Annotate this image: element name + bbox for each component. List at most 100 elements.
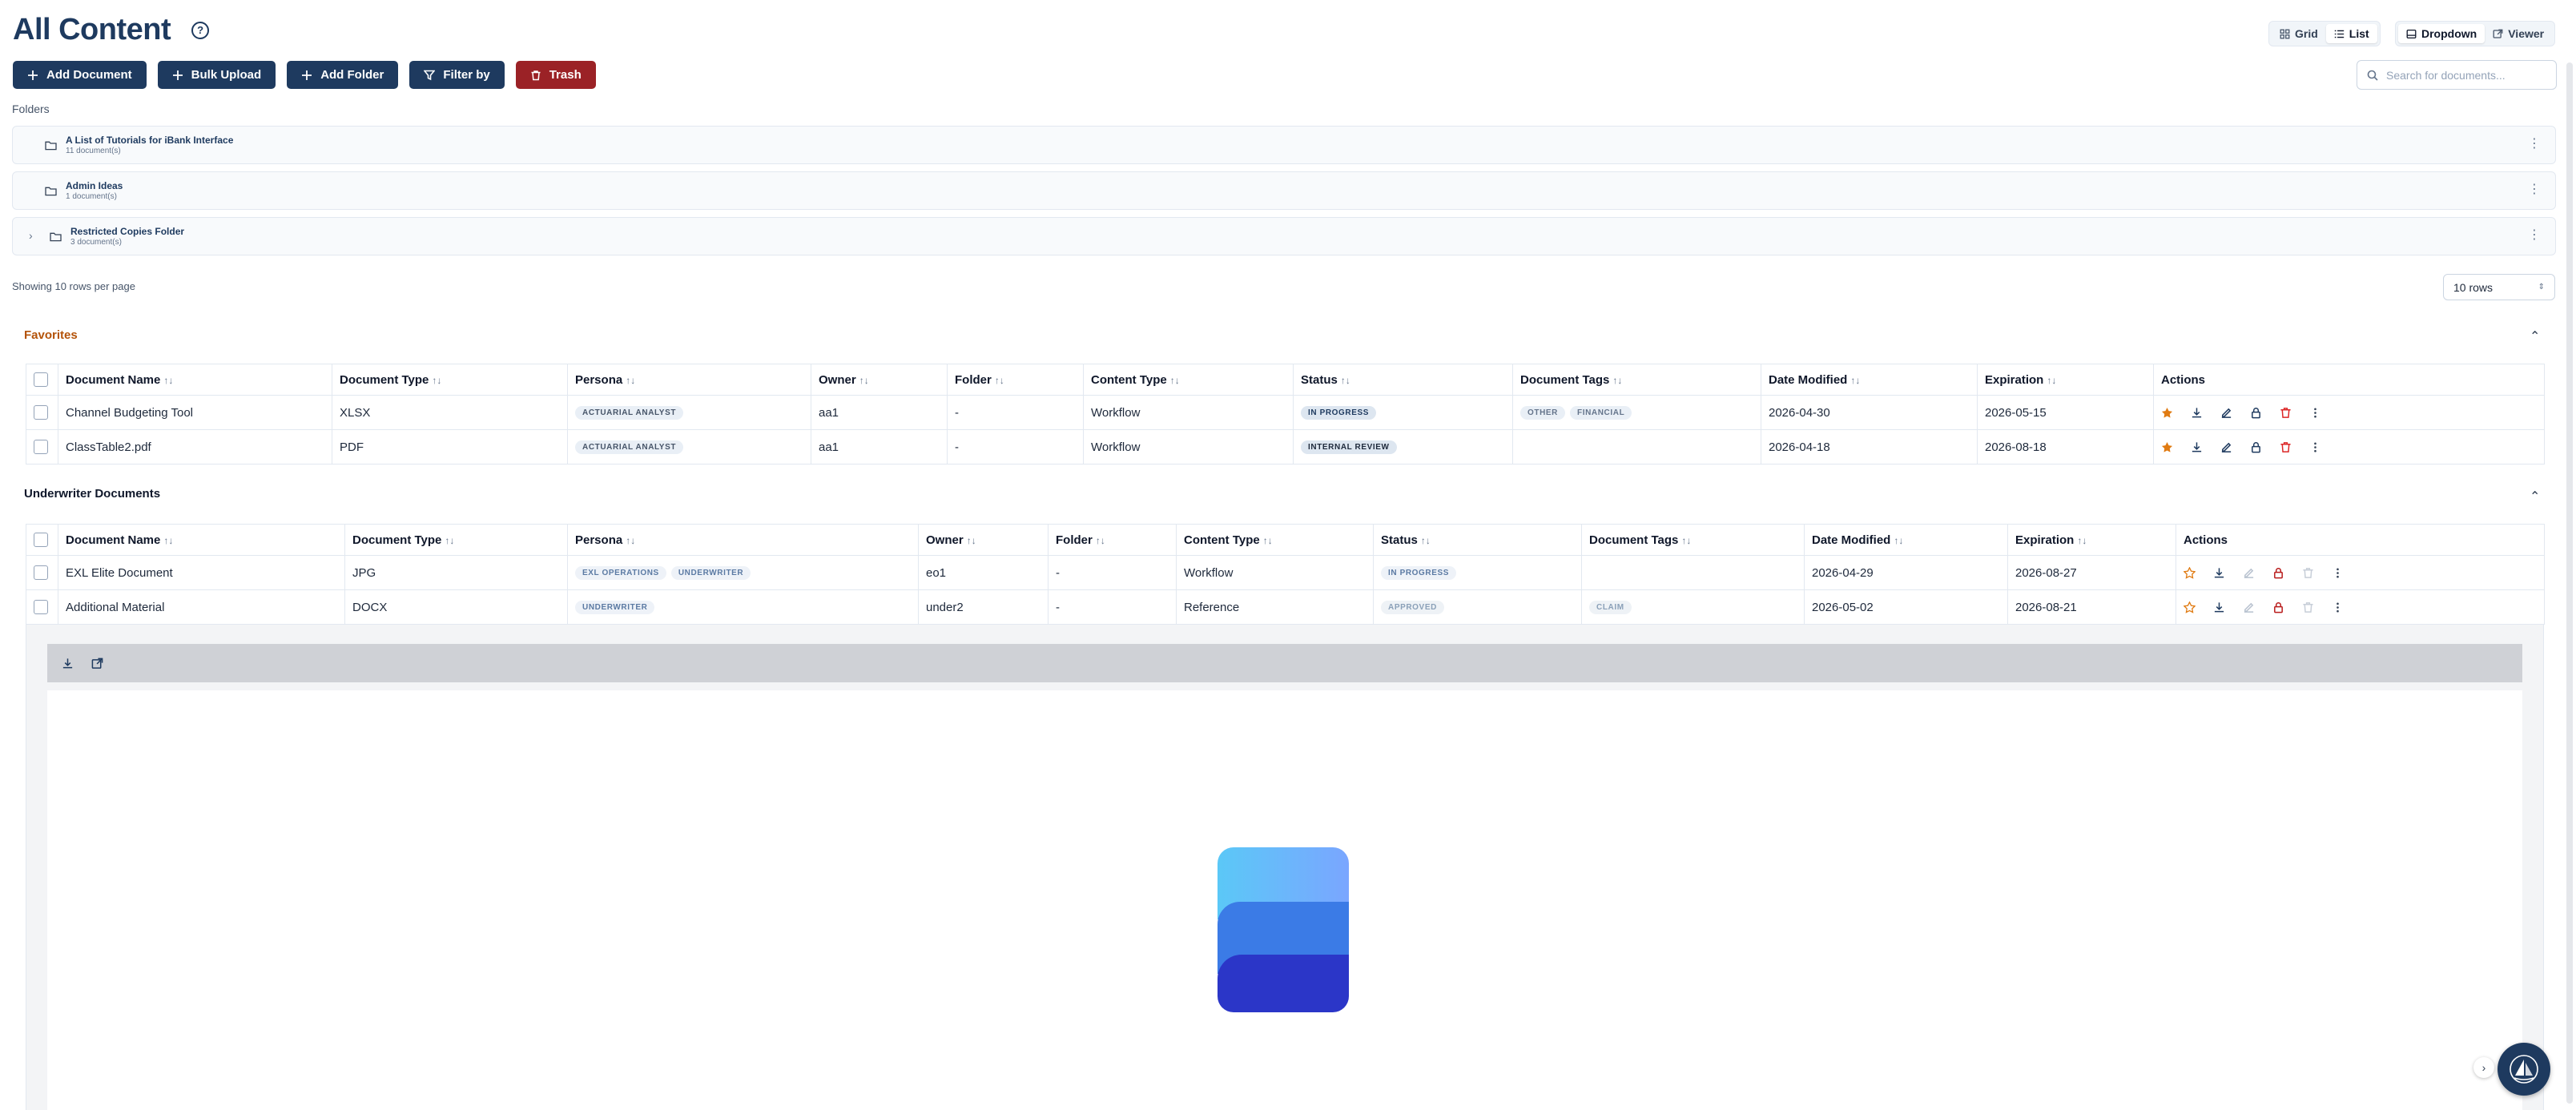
folder-row[interactable]: › Restricted Copies Folder 3 document(s)…: [12, 217, 2556, 255]
row-checkbox[interactable]: [34, 440, 48, 455]
table-row[interactable]: Channel Budgeting Tool XLSX ACTUARIAL AN…: [26, 395, 2545, 430]
edit-icon[interactable]: [2220, 407, 2232, 419]
document-name[interactable]: EXL Elite Document: [58, 555, 345, 590]
external-link-icon[interactable]: [91, 658, 103, 670]
help-icon[interactable]: ?: [191, 21, 210, 39]
more-vertical-icon[interactable]: ⋮: [2528, 138, 2541, 151]
more-vertical-icon[interactable]: [2309, 441, 2321, 453]
date-modified: 2026-04-30: [1761, 395, 1978, 430]
download-icon[interactable]: [62, 658, 74, 670]
folder-icon: [45, 187, 57, 196]
column-header[interactable]: Document Name ↑↓: [58, 364, 332, 396]
select-all-checkbox[interactable]: [34, 372, 48, 388]
row-checkbox[interactable]: [34, 405, 48, 420]
lock-icon[interactable]: [2250, 441, 2262, 453]
column-header[interactable]: Persona ↑↓: [567, 364, 811, 396]
column-header[interactable]: Document Tags ↑↓: [1512, 364, 1761, 396]
rows-per-page-select[interactable]: 10 rows ⇕: [2443, 274, 2555, 300]
folder-row[interactable]: A List of Tutorials for iBank Interface …: [12, 126, 2556, 164]
column-header[interactable]: Persona ↑↓: [567, 524, 919, 556]
viewer-mode-label: Viewer: [2508, 27, 2545, 40]
delete-icon[interactable]: [2280, 441, 2292, 453]
content-type: Reference: [1176, 589, 1374, 625]
star-outline-icon[interactable]: [2184, 566, 2196, 579]
document-type: XLSX: [332, 395, 568, 430]
table-row[interactable]: ClassTable2.pdf PDF ACTUARIAL ANALYST aa…: [26, 429, 2545, 465]
list-view-label: List: [2349, 27, 2369, 40]
column-header[interactable]: Document Type ↑↓: [332, 364, 568, 396]
more-vertical-icon[interactable]: [2309, 407, 2321, 419]
column-header[interactable]: Expiration ↑↓: [1977, 364, 2154, 396]
download-icon[interactable]: [2213, 567, 2225, 579]
lock-icon[interactable]: [2250, 407, 2262, 419]
folder-row[interactable]: Admin Ideas 1 document(s) ⋮: [12, 171, 2556, 210]
more-vertical-icon[interactable]: ⋮: [2528, 183, 2541, 196]
table-row[interactable]: Additional Material DOCX UNDERWRITER und…: [26, 589, 2545, 625]
date-modified: 2026-04-29: [1804, 555, 2008, 590]
edit-icon[interactable]: [2220, 441, 2232, 453]
owner: under2: [918, 589, 1049, 625]
chevron-right-icon[interactable]: ›: [2473, 1057, 2494, 1078]
more-vertical-icon[interactable]: [2332, 567, 2344, 579]
column-header[interactable]: Date Modified ↑↓: [1761, 364, 1978, 396]
column-header[interactable]: Document Type ↑↓: [344, 524, 568, 556]
trash-button[interactable]: Trash: [515, 61, 596, 89]
column-header[interactable]: Document Tags ↑↓: [1581, 524, 1805, 556]
more-vertical-icon[interactable]: [2332, 601, 2344, 613]
star-outline-icon[interactable]: [2184, 601, 2196, 613]
document-name[interactable]: ClassTable2.pdf: [58, 429, 332, 465]
delete-icon[interactable]: [2280, 407, 2292, 419]
plus-icon: [172, 70, 183, 80]
bulk-upload-button[interactable]: Bulk Upload: [157, 61, 276, 89]
download-icon[interactable]: [2191, 407, 2203, 419]
star-filled-icon[interactable]: [2161, 441, 2173, 453]
edit-icon[interactable]: [2243, 601, 2255, 613]
delete-icon[interactable]: [2302, 567, 2314, 579]
row-checkbox[interactable]: [34, 565, 48, 581]
document-name[interactable]: Channel Budgeting Tool: [58, 395, 332, 430]
star-filled-icon[interactable]: [2161, 407, 2173, 419]
download-icon[interactable]: [2213, 601, 2225, 613]
page-scrollbar[interactable]: [2566, 62, 2573, 1104]
sort-icon: ↑↓: [859, 374, 869, 386]
table-row[interactable]: EXL Elite Document JPG EXL OPERATIONS UND…: [26, 555, 2545, 590]
column-header[interactable]: Owner ↑↓: [918, 524, 1049, 556]
column-header[interactable]: Expiration ↑↓: [2007, 524, 2176, 556]
filter-by-button[interactable]: Filter by: [409, 61, 505, 89]
updown-chevron-icon: ⇕: [2538, 283, 2545, 292]
add-document-button[interactable]: Add Document: [13, 61, 147, 89]
viewer-mode-button[interactable]: Viewer: [2485, 24, 2552, 43]
grid-view-button[interactable]: Grid: [2272, 24, 2326, 43]
column-header[interactable]: Folder ↑↓: [1048, 524, 1177, 556]
lock-icon[interactable]: [2272, 601, 2284, 613]
column-header[interactable]: Content Type ↑↓: [1083, 364, 1294, 396]
column-header[interactable]: Document Name ↑↓: [58, 524, 345, 556]
delete-icon[interactable]: [2302, 601, 2314, 613]
document-name[interactable]: Additional Material: [58, 589, 345, 625]
edit-icon[interactable]: [2243, 567, 2255, 579]
list-view-button[interactable]: List: [2325, 24, 2377, 43]
column-header[interactable]: Content Type ↑↓: [1176, 524, 1374, 556]
column-header[interactable]: Folder ↑↓: [947, 364, 1084, 396]
select-all-checkbox[interactable]: [34, 533, 48, 548]
preview-toolbar: [47, 644, 2522, 682]
lock-icon[interactable]: [2272, 567, 2284, 579]
column-header[interactable]: Date Modified ↑↓: [1804, 524, 2008, 556]
add-folder-button[interactable]: Add Folder: [287, 61, 399, 89]
dropdown-mode-button[interactable]: Dropdown: [2398, 24, 2485, 43]
expiration: 2026-08-27: [2007, 555, 2176, 590]
column-header[interactable]: Status ↑↓: [1373, 524, 1582, 556]
collapse-favorites-icon[interactable]: ⌃: [2530, 328, 2540, 344]
row-actions: [2184, 566, 2537, 579]
chevron-right-icon[interactable]: ›: [29, 229, 33, 242]
persona-badge: ACTUARIAL ANALYST: [575, 405, 684, 420]
search-input[interactable]: [2386, 68, 2546, 82]
sort-icon: ↑↓: [2047, 374, 2057, 386]
collapse-underwriter-icon[interactable]: ⌃: [2530, 489, 2540, 505]
row-checkbox[interactable]: [34, 600, 48, 615]
assistant-launcher-button[interactable]: [2498, 1043, 2550, 1096]
more-vertical-icon[interactable]: ⋮: [2528, 229, 2541, 242]
column-header[interactable]: Owner ↑↓: [811, 364, 948, 396]
column-header[interactable]: Status ↑↓: [1293, 364, 1513, 396]
download-icon[interactable]: [2191, 441, 2203, 453]
